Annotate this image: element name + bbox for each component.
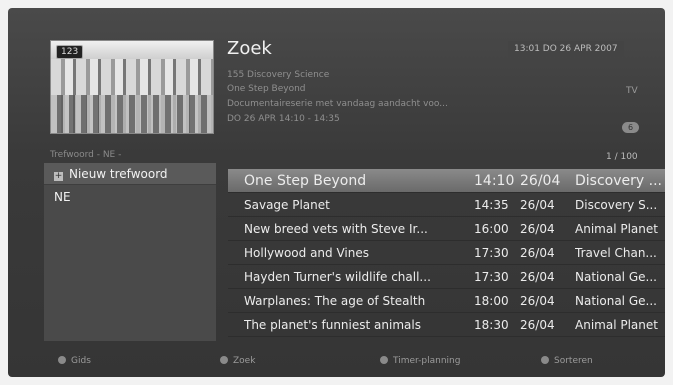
keyword-item-ne[interactable]: NE: [44, 186, 216, 208]
zoek-button[interactable]: Zoek: [220, 356, 255, 366]
program-airtime: DO 26 APR 14:10 - 14:35: [227, 114, 340, 124]
footer-bar: Gids Zoek Timer-planning Sorteren: [8, 350, 665, 377]
result-row[interactable]: Hollywood and Vines 17:30 26/04 Travel C…: [228, 241, 665, 265]
keyword-list: + Nieuw trefwoord NE: [44, 163, 216, 341]
age-rating-badge: 6: [622, 122, 640, 133]
result-row[interactable]: Hayden Turner's wildlife chall... 17:30 …: [228, 265, 665, 289]
program-thumbnail: 123: [50, 40, 214, 134]
color-key-icon: [58, 356, 66, 364]
program-name: One Step Beyond: [227, 84, 306, 94]
tv-guide-screen: 123 Zoek 13:01 DO 26 APR 2007 155 Discov…: [8, 8, 665, 377]
result-row[interactable]: The planet's funniest animals 18:30 26/0…: [228, 313, 665, 337]
result-row[interactable]: New breed vets with Steve Ir... 16:00 26…: [228, 217, 665, 241]
timer-planning-button[interactable]: Timer-planning: [380, 356, 460, 366]
result-row[interactable]: One Step Beyond 14:10 26/04 Discovery ..…: [228, 169, 665, 193]
channel-info: 155 Discovery Science: [227, 70, 330, 80]
keyword-item-new[interactable]: + Nieuw trefwoord: [44, 163, 216, 185]
keyword-header: Trefwoord - NE -: [50, 150, 122, 160]
program-type: TV: [626, 86, 638, 96]
plus-icon: +: [54, 171, 63, 181]
program-description: Documentaireserie met vandaag aandacht v…: [227, 99, 448, 109]
result-row[interactable]: Warplanes: The age of Stealth 18:00 26/0…: [228, 289, 665, 313]
keyword-label: NE: [54, 190, 71, 204]
page-title: Zoek: [227, 38, 272, 59]
current-datetime: 13:01 DO 26 APR 2007: [508, 41, 624, 57]
sorteren-button[interactable]: Sorteren: [541, 356, 593, 366]
gids-button[interactable]: Gids: [58, 356, 91, 366]
color-key-icon: [541, 356, 549, 364]
page-counter: 1 / 100: [606, 152, 638, 162]
color-key-icon: [220, 356, 228, 364]
channel-number-badge: 123: [56, 45, 84, 59]
result-row[interactable]: Savage Planet 14:35 26/04 Discovery S...: [228, 193, 665, 217]
color-key-icon: [380, 356, 388, 364]
keyword-label: Nieuw trefwoord: [69, 167, 168, 181]
